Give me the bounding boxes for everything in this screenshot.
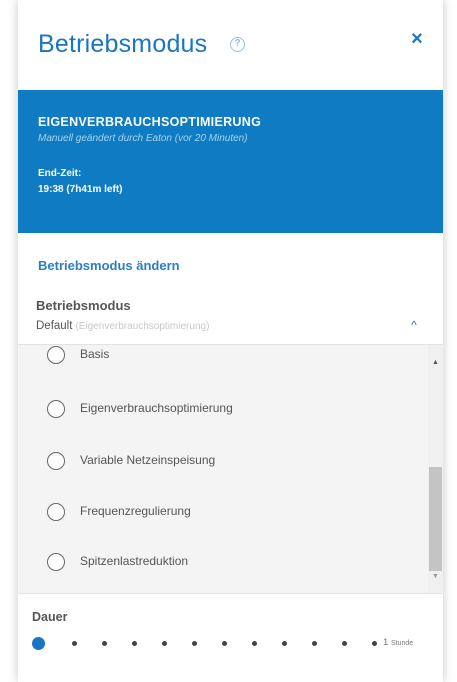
slider-step-dot[interactable]: [372, 641, 377, 646]
radio-button[interactable]: [47, 553, 65, 571]
slider-step-dot[interactable]: [312, 641, 317, 646]
slider-step-dot[interactable]: [72, 641, 77, 646]
duration-max-label: 1 Stunde: [383, 637, 413, 648]
help-icon[interactable]: ?: [230, 37, 245, 52]
mode-selected-text: Default: [36, 320, 73, 332]
option-label: Variable Netzeinspeisung: [80, 453, 216, 467]
slider-step-dot[interactable]: [342, 641, 347, 646]
scroll-up-arrow-icon[interactable]: ▲: [428, 359, 443, 366]
changed-by-text: Manuell geändert durch Eaton (vor 20 Min…: [38, 133, 248, 144]
slider-step-dot[interactable]: [252, 641, 257, 646]
option-basis[interactable]: Basis: [18, 345, 426, 379]
slider-step-dot[interactable]: [282, 641, 287, 646]
slider-step-dot[interactable]: [162, 641, 167, 646]
chevron-up-icon[interactable]: ^: [404, 318, 424, 334]
duration-max-value: 1: [383, 637, 389, 648]
slider-step-dot[interactable]: [192, 641, 197, 646]
change-mode-heading: Betriebsmodus ändern: [38, 258, 180, 273]
option-eigenverbrauchsoptimierung[interactable]: Eigenverbrauchsoptimierung: [18, 385, 426, 433]
panel-header: Betriebsmodus ? ×: [18, 0, 443, 90]
end-time-label: End-Zeit:: [38, 168, 82, 179]
page-title: Betriebsmodus: [38, 30, 208, 58]
option-frequenzregulierung[interactable]: Frequenzregulierung: [18, 488, 426, 536]
duration-max-unit: Stunde: [390, 640, 414, 647]
mode-field-label: Betriebsmodus: [36, 298, 131, 313]
scroll-thumb[interactable]: [429, 467, 442, 571]
option-label: Spitzenlastreduktion: [80, 554, 189, 568]
mode-dropdown-list[interactable]: Basis Eigenverbrauchsoptimierung Variabl…: [18, 344, 443, 594]
close-icon[interactable]: ×: [406, 26, 428, 52]
mode-select-value[interactable]: Default (Eigenverbrauchsoptimierung): [36, 320, 209, 332]
dropdown-scrollbar[interactable]: ▲ ▼: [428, 345, 443, 593]
current-mode-name: EIGENVERBRAUCHSOPTIMIERUNG: [38, 115, 262, 129]
option-label: Frequenzregulierung: [80, 504, 191, 518]
duration-slider[interactable]: [32, 634, 407, 654]
option-spitzenlastreduktion[interactable]: Spitzenlastreduktion: [18, 538, 426, 586]
radio-button[interactable]: [47, 346, 65, 364]
radio-button[interactable]: [47, 452, 65, 470]
duration-label: Dauer: [32, 610, 68, 624]
scroll-down-arrow-icon[interactable]: ▼: [428, 573, 443, 580]
slider-handle[interactable]: [32, 637, 45, 650]
option-label: Basis: [80, 347, 110, 361]
radio-button[interactable]: [47, 400, 65, 418]
option-label: Eigenverbrauchsoptimierung: [80, 401, 233, 415]
radio-button[interactable]: [47, 503, 65, 521]
end-time-value: 19:38 (7h41m left): [38, 184, 123, 195]
option-variable-netzeinspeisung[interactable]: Variable Netzeinspeisung: [18, 437, 426, 485]
mode-selected-hint: (Eigenverbrauchsoptimierung): [75, 321, 210, 332]
slider-step-dot[interactable]: [102, 641, 107, 646]
slider-step-dot[interactable]: [132, 641, 137, 646]
slider-step-dot[interactable]: [222, 641, 227, 646]
current-mode-banner: EIGENVERBRAUCHSOPTIMIERUNG Manuell geänd…: [18, 90, 443, 233]
operating-mode-panel: Betriebsmodus ? × EIGENVERBRAUCHSOPTIMIE…: [18, 0, 443, 682]
